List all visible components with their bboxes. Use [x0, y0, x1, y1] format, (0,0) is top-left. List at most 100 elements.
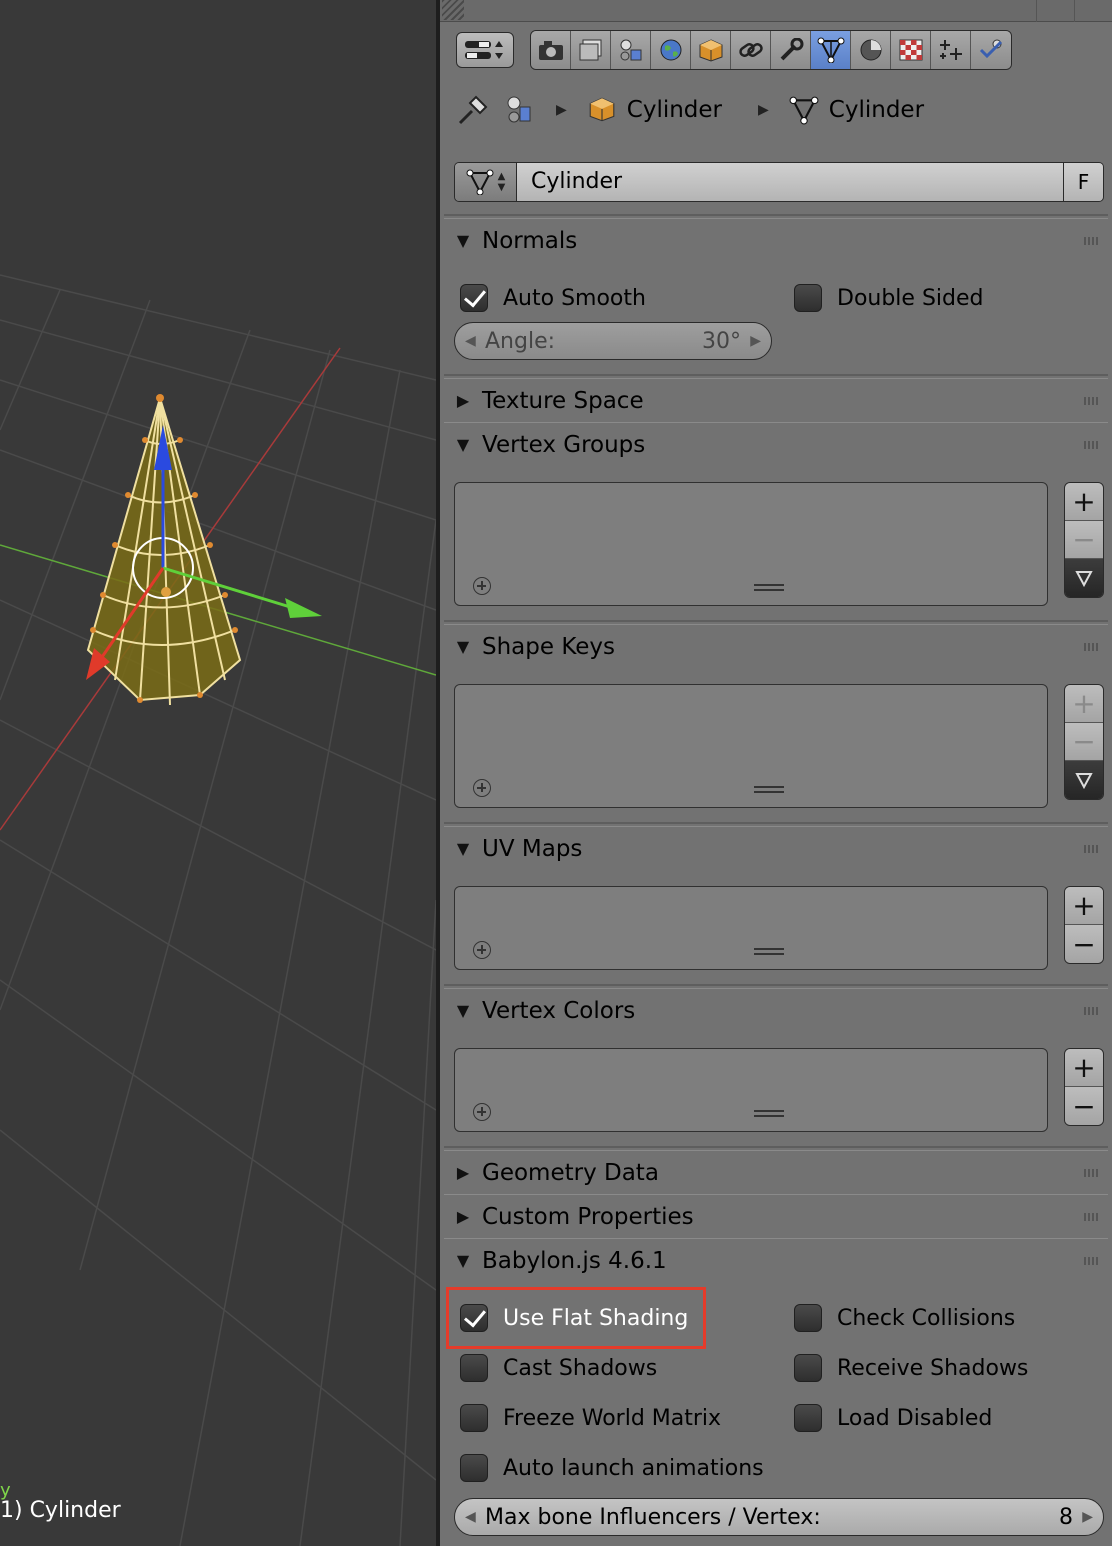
material-icon [860, 39, 881, 61]
freeze-world-matrix-checkbox[interactable] [460, 1404, 488, 1432]
tab-object[interactable] [691, 31, 731, 69]
panel-header-custom-properties[interactable]: ▶ Custom Properties [444, 1194, 1108, 1238]
panel-drag-grip-icon[interactable] [1084, 845, 1098, 853]
panel-expanded-icon: ▼ [456, 1001, 470, 1020]
tab-constraints[interactable] [731, 31, 771, 69]
tab-particles[interactable] [931, 31, 971, 69]
3d-viewport[interactable]: y 1) Cylinder [0, 0, 436, 1546]
panel-drag-grip-icon[interactable] [1084, 1007, 1098, 1015]
receive-shadows-checkbox[interactable] [794, 1354, 822, 1382]
add-vertex-group-button[interactable]: + [1065, 483, 1103, 521]
panel-collapsed-icon: ▶ [456, 1163, 470, 1182]
shape-keys-list[interactable] [454, 684, 1048, 808]
filter-options-icon[interactable] [473, 577, 491, 595]
active-object-label: 1) Cylinder [0, 1498, 121, 1523]
list-resize-handle-icon[interactable] [754, 948, 784, 955]
check-collisions-checkbox[interactable] [794, 1304, 822, 1332]
add-shape-key-button[interactable]: + [1065, 685, 1103, 723]
panel-drag-grip-icon[interactable] [1084, 1257, 1098, 1265]
use-flat-shading-checkbox[interactable] [460, 1304, 488, 1332]
shape-key-specials-button[interactable] [1065, 761, 1103, 799]
remove-uv-map-button[interactable]: − [1065, 925, 1103, 963]
panel-collapsed-icon: ▶ [456, 391, 470, 410]
panel-header-normals[interactable]: ▼ Normals [444, 218, 1108, 262]
panel-header-shape-keys[interactable]: ▼ Shape Keys [444, 624, 1108, 668]
add-vertex-color-button[interactable]: + [1065, 1049, 1103, 1087]
decrement-arrow-icon[interactable]: ◀ [465, 1509, 476, 1525]
remove-vertex-color-button[interactable]: − [1065, 1087, 1103, 1125]
use-flat-shading-label: Use Flat Shading [503, 1306, 689, 1331]
panel-header-texture-space[interactable]: ▶ Texture Space [444, 378, 1108, 422]
list-resize-handle-icon[interactable] [754, 786, 784, 793]
panel-collapsed-icon: ▶ [456, 1207, 470, 1226]
auto-smooth-checkbox[interactable] [460, 284, 488, 312]
breadcrumb-arrow-icon: ▶ [758, 102, 769, 118]
remove-shape-key-button[interactable]: − [1065, 723, 1103, 761]
particles-icon [939, 40, 962, 60]
tab-render-layers[interactable] [571, 31, 611, 69]
panel-drag-grip-icon[interactable] [1084, 397, 1098, 405]
panel-title: Shape Keys [482, 633, 616, 660]
area-corner-handle[interactable] [442, 0, 464, 20]
increment-arrow-icon[interactable]: ▶ [1082, 1509, 1093, 1525]
tab-modifiers[interactable] [771, 31, 811, 69]
panel-drag-grip-icon[interactable] [1084, 1169, 1098, 1177]
remove-vertex-group-button[interactable]: − [1065, 521, 1103, 559]
shape-keys-buttons: + − [1064, 684, 1104, 800]
vertex-colors-list[interactable] [454, 1048, 1048, 1132]
add-uv-map-button[interactable]: + [1065, 887, 1103, 925]
object-icon [699, 39, 722, 62]
vertex-group-specials-button[interactable] [1065, 559, 1103, 597]
tab-render[interactable] [531, 31, 571, 69]
panel-title: Texture Space [482, 387, 644, 414]
double-sided-checkbox[interactable] [794, 284, 822, 312]
panel-header-uv-maps[interactable]: ▼ UV Maps [444, 826, 1108, 870]
load-disabled-checkbox[interactable] [794, 1404, 822, 1432]
increment-arrow-icon[interactable]: ▶ [750, 333, 761, 349]
decrement-arrow-icon[interactable]: ◀ [465, 333, 476, 349]
tab-scene[interactable] [611, 31, 651, 69]
list-resize-handle-icon[interactable] [754, 584, 784, 591]
uv-maps-list[interactable] [454, 886, 1048, 970]
tab-mesh-data[interactable] [811, 31, 851, 69]
auto-launch-animations-checkbox[interactable] [460, 1454, 488, 1482]
properties-editor-icon [465, 41, 503, 59]
cast-shadows-checkbox[interactable] [460, 1354, 488, 1382]
breadcrumb-arrow-icon: ▶ [556, 102, 567, 118]
editor-type-button[interactable] [456, 32, 514, 68]
panel-header-vertex-colors[interactable]: ▼ Vertex Colors [444, 988, 1108, 1032]
tab-material[interactable] [851, 31, 891, 69]
physics-icon [979, 39, 1003, 59]
filter-options-icon[interactable] [473, 941, 491, 959]
panel-header-geometry-data[interactable]: ▶ Geometry Data [444, 1150, 1108, 1194]
properties-context-tabs [530, 30, 1012, 70]
mesh-browse-button[interactable]: ▲ ▼ [455, 163, 517, 201]
mesh-data-icon [789, 96, 819, 125]
panel-drag-grip-icon[interactable] [1084, 1213, 1098, 1221]
list-resize-handle-icon[interactable] [754, 1110, 784, 1117]
filter-options-icon[interactable] [473, 1103, 491, 1121]
modifiers-icon [780, 38, 803, 61]
browse-arrows-icon: ▲ ▼ [497, 171, 506, 193]
panel-drag-grip-icon[interactable] [1084, 643, 1098, 651]
panel-drag-grip-icon[interactable] [1084, 237, 1098, 245]
mesh-name-field[interactable]: Cylinder [517, 163, 1063, 201]
pin-icon[interactable] [456, 93, 490, 127]
panel-expanded-icon: ▼ [456, 231, 470, 250]
auto-smooth-angle-field[interactable]: ◀ Angle: 30° ▶ [454, 322, 772, 360]
vertex-groups-buttons: + − [1064, 482, 1104, 598]
load-disabled-label: Load Disabled [837, 1406, 993, 1431]
filter-options-icon[interactable] [473, 779, 491, 797]
mesh-datablock-selector: ▲ ▼ Cylinder F [454, 162, 1104, 202]
vertex-groups-list[interactable] [454, 482, 1048, 606]
tab-world[interactable] [651, 31, 691, 69]
panel-drag-grip-icon[interactable] [1084, 441, 1098, 449]
panel-header-vertex-groups[interactable]: ▼ Vertex Groups [444, 422, 1108, 466]
object-icon [589, 97, 615, 122]
panel-title: UV Maps [482, 835, 583, 862]
panel-header-babylon[interactable]: ▼ Babylon.js 4.6.1 [444, 1238, 1108, 1282]
max-bone-influencers-field[interactable]: ◀ Max bone Influencers / Vertex: 8 ▶ [454, 1498, 1104, 1536]
tab-physics[interactable] [971, 31, 1011, 69]
fake-user-button[interactable]: F [1063, 163, 1103, 201]
tab-texture[interactable] [891, 31, 931, 69]
